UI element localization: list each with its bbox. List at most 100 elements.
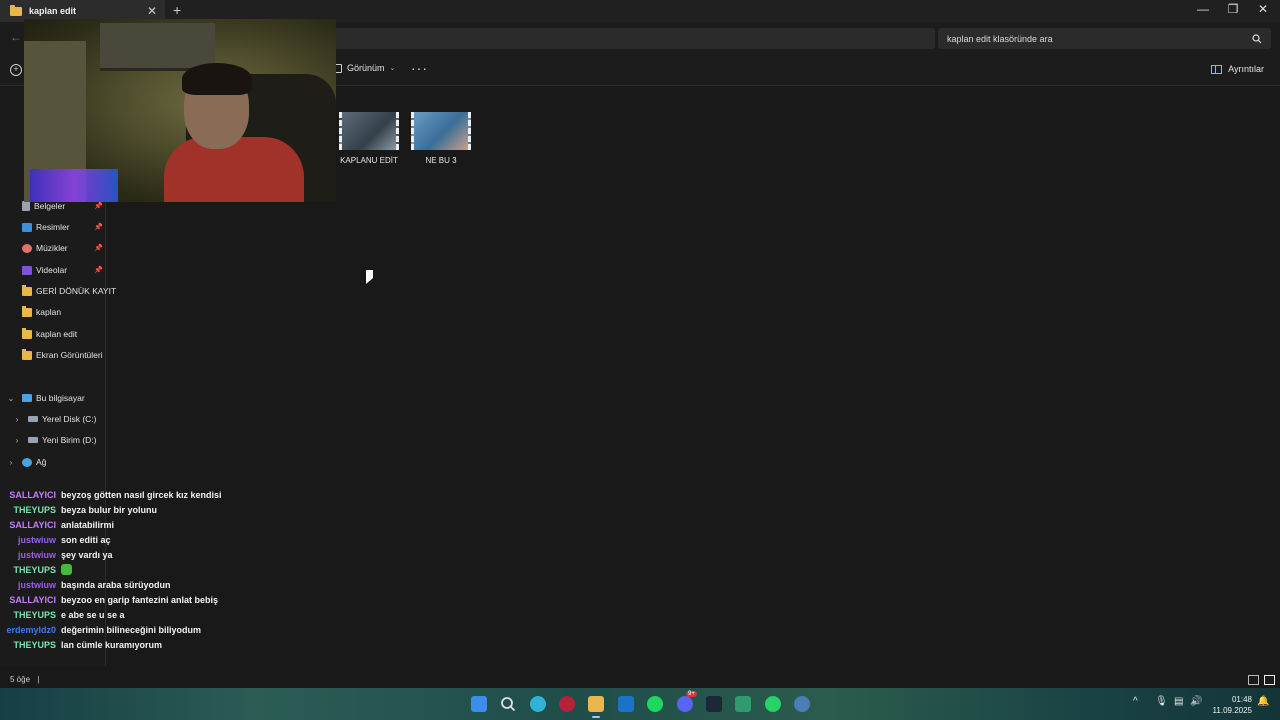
sidebar-item-label: Yeni Birim (D:)	[42, 435, 97, 445]
webcam-shelf	[100, 23, 215, 71]
clock-time: 01:48	[1231, 695, 1252, 704]
sidebar-item-label: kaplan	[36, 307, 62, 317]
search-icon[interactable]	[500, 696, 516, 712]
chevron-right-icon[interactable]: ›	[6, 458, 16, 467]
videos-icon	[22, 265, 32, 275]
details-view-icon[interactable]	[1248, 675, 1259, 685]
view-label: Görünüm	[347, 63, 385, 73]
more-options-button[interactable]: ···	[411, 60, 428, 76]
edge-browser-icon[interactable]	[530, 696, 546, 712]
chevron-right-icon[interactable]: ›	[12, 436, 22, 445]
details-label: Ayrıntılar	[1228, 64, 1264, 74]
chat-message: THEYUPS	[0, 562, 330, 577]
clock-date: 11.09.2025	[1212, 706, 1252, 715]
notification-badge: 9+	[686, 691, 697, 697]
chat-message: SALLAYICI anlatabilirmi	[0, 517, 330, 532]
wifi-icon[interactable]: ▤	[1174, 696, 1183, 707]
outlook-icon[interactable]	[618, 696, 634, 712]
notification-bell-icon[interactable]: 🔔	[1257, 696, 1269, 707]
pin-icon: 📌	[94, 224, 103, 231]
chat-username: THEYUPS	[13, 609, 56, 620]
network-icon	[22, 457, 32, 467]
tray-overflow-chevron-icon[interactable]: ^	[1133, 696, 1138, 707]
chat-text: beyzoo en garip fantezini anlat bebiş	[61, 594, 219, 605]
status-bar: 5 öğe |	[0, 672, 1280, 688]
close-window-button[interactable]: ✕	[1248, 2, 1278, 16]
file-explorer-icon[interactable]	[588, 696, 604, 718]
tab-close-icon[interactable]: ✕	[145, 4, 159, 18]
search-box[interactable]	[938, 28, 1271, 49]
sidebar-item-videos[interactable]: Videolar	[22, 260, 67, 280]
sidebar-item-kaplan[interactable]: kaplan	[22, 302, 61, 322]
chat-username: THEYUPS	[13, 639, 56, 650]
sidebar-item-kaplan-edit[interactable]: kaplan edit	[22, 324, 77, 344]
chat-text: beyzoş götten nasıl gircek kız kendisi	[61, 489, 222, 500]
new-tab-button[interactable]: +	[173, 2, 181, 18]
view-button[interactable]: Görünüm ⌄	[333, 63, 395, 73]
new-item-icon[interactable]: +	[10, 64, 22, 76]
maximize-button[interactable]: ❐	[1218, 2, 1248, 16]
sidebar-item-drive-d[interactable]: › Yeni Birim (D:)	[12, 430, 97, 450]
volume-icon[interactable]: 🔊	[1190, 696, 1202, 707]
microphone-icon[interactable]: 🎙	[1155, 696, 1168, 707]
chat-username: erdemyldz0	[6, 624, 56, 635]
file-item[interactable]: KAPLANU EDİT	[336, 112, 402, 165]
taskbar-clock[interactable]: 01:48 11.09.2025	[1206, 694, 1252, 716]
sidebar-item-label: Yerel Disk (C:)	[42, 414, 97, 424]
chat-text: şey vardı ya	[61, 549, 113, 560]
sidebar-item-geri-donuk-kayit[interactable]: GERİ DÖNÜK KAYIT	[22, 281, 116, 301]
chat-username: justwiuw	[18, 534, 56, 545]
sidebar-item-music[interactable]: Müzikler	[22, 238, 68, 258]
taskbar: 9+ ^ 🎙 ▤ 🔊 01:48 11.09.2025 🔔	[0, 688, 1280, 720]
sidebar-item-label: Ekran Görüntüleri	[36, 350, 103, 360]
folder-icon	[10, 4, 22, 16]
discord-icon[interactable]	[677, 696, 693, 712]
sidebar-item-label: kaplan edit	[36, 329, 78, 339]
search-input[interactable]	[947, 33, 1252, 44]
chat-text: değerimin bilineceğini biliyodum	[61, 624, 202, 635]
sidebar-item-network[interactable]: › Ağ	[6, 452, 47, 472]
chat-username: justwiuw	[18, 579, 56, 590]
webcam-pc-lights	[30, 169, 118, 202]
chevron-right-icon[interactable]: ›	[12, 415, 22, 424]
video-thumbnail	[339, 112, 399, 150]
network-app-icon[interactable]	[794, 696, 810, 712]
app-icon[interactable]	[735, 696, 751, 712]
chat-text: son editi aç	[61, 534, 111, 545]
details-button[interactable]: Ayrıntılar	[1211, 64, 1264, 74]
chat-message: justwiuw başında araba sürüyodun	[0, 577, 330, 592]
whatsapp-icon[interactable]	[765, 696, 781, 712]
sidebar-item-pictures[interactable]: Resimler	[22, 217, 70, 237]
tiles-view-icon[interactable]	[1264, 675, 1275, 685]
webcam-person-shirt	[164, 137, 304, 202]
opera-gx-icon[interactable]	[559, 696, 575, 712]
sidebar-item-drive-c[interactable]: › Yerel Disk (C:)	[12, 409, 97, 429]
search-icon[interactable]	[1252, 33, 1262, 44]
minimize-button[interactable]: —	[1188, 2, 1218, 16]
address-bar[interactable]	[335, 28, 935, 49]
file-name: KAPLANU EDİT	[340, 156, 398, 165]
chat-message: THEYUPS lan cümle kuramıyorum	[0, 637, 330, 652]
back-arrow-icon[interactable]: ←	[10, 30, 22, 44]
chat-text: başında araba sürüyodun	[61, 579, 171, 590]
chevron-down-icon[interactable]: ⌄	[6, 394, 16, 403]
sidebar-item-label: Müzikler	[36, 243, 68, 253]
spotify-icon[interactable]	[647, 696, 663, 712]
sidebar-item-label: Videolar	[36, 265, 68, 275]
chat-message: erdemyldz0 değerimin bilineceğini biliyod…	[0, 622, 330, 637]
chat-overlay: SALLAYICI beyzoş götten nasıl gircek kız …	[0, 487, 330, 652]
mouse-cursor-icon	[366, 270, 373, 284]
webcam-overlay	[24, 19, 336, 202]
sidebar-item-label: GERİ DÖNÜK KAYIT	[36, 286, 117, 296]
steam-icon[interactable]	[706, 696, 722, 712]
sidebar-item-screenshots[interactable]: Ekran Görüntüleri	[22, 345, 103, 365]
file-item[interactable]: NE BU 3	[408, 112, 474, 165]
folder-icon	[22, 284, 32, 296]
pin-icon: 📌	[94, 267, 103, 274]
tab-title: kaplan edit	[29, 6, 77, 16]
sidebar-item-label: Resimler	[36, 222, 70, 232]
chat-username: SALLAYICI	[9, 489, 56, 500]
sidebar-item-this-pc[interactable]: ⌄ Bu bilgisayar	[6, 388, 85, 408]
windows-start-icon[interactable]	[471, 696, 487, 712]
chat-message: justwiuw şey vardı ya	[0, 547, 330, 562]
